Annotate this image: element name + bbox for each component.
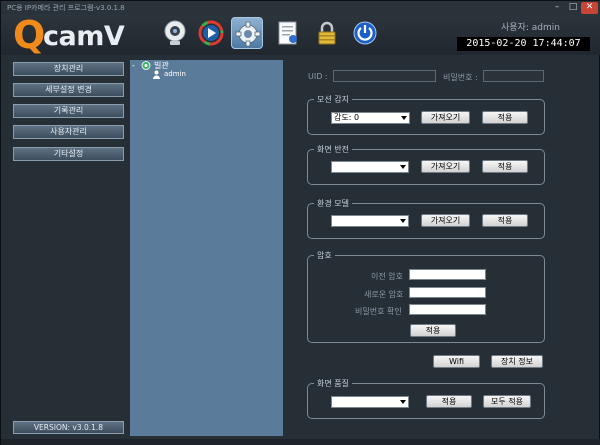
window-bottom-edge [1, 439, 600, 445]
flip-apply-button[interactable]: 적용 [482, 160, 528, 173]
webcam-toolbar-button[interactable] [159, 17, 191, 49]
environment-model-title: 환경 모델 [314, 198, 352, 209]
old-password-field[interactable] [409, 269, 486, 280]
motion-apply-button[interactable]: 적용 [482, 111, 528, 124]
motion-sensitivity-value: 감도: 0 [334, 113, 360, 122]
sidebar-item-other-settings[interactable]: 기타설정 [13, 147, 124, 161]
lock-icon [318, 21, 336, 45]
play-toolbar-button[interactable] [195, 17, 227, 49]
quality-apply-all-button[interactable]: 모두 적용 [483, 395, 531, 408]
motion-sensitivity-select[interactable]: 감도: 0 [331, 112, 410, 124]
datetime-display: 2015-02-20 17:44:07 [457, 37, 590, 51]
document-toolbar-button[interactable] [272, 17, 304, 49]
password-group-title: 암호 [314, 250, 335, 261]
device-info-button[interactable]: 장치 정보 [491, 355, 543, 368]
power-toolbar-button[interactable] [349, 17, 381, 49]
sidebar-item-detail-settings[interactable]: 세부설정 변경 [13, 83, 124, 97]
user-icon [153, 70, 160, 79]
environment-get-button[interactable]: 가져오기 [421, 214, 470, 227]
screen-quality-select[interactable] [331, 396, 409, 408]
sidebar-item-device-management[interactable]: 장치관리 [13, 62, 124, 76]
new-password-label: 새로운 암호 [364, 290, 404, 299]
close-button[interactable]: ✕ [581, 2, 598, 14]
sidebar-item-record-management[interactable]: 기록관리 [13, 104, 124, 118]
uid-field[interactable] [333, 70, 436, 82]
minimize-button[interactable]: – [550, 2, 564, 14]
motion-detection-title: 모션 감지 [314, 94, 352, 105]
tree-child-label[interactable]: admin [164, 70, 186, 78]
screen-flip-title: 화면 반전 [314, 144, 352, 155]
logo-text: camV [43, 21, 125, 52]
document-icon [278, 21, 297, 45]
motion-get-button[interactable]: 가져오기 [421, 111, 470, 124]
header: Q camV 사용자: admin 2015-02-20 17:44:07 [1, 15, 600, 55]
sidebar-item-user-management[interactable]: 사용자관리 [13, 125, 124, 139]
chevron-down-icon [400, 219, 406, 223]
screen-quality-title: 화면 품질 [314, 378, 352, 389]
chevron-down-icon [400, 400, 406, 404]
power-icon [353, 21, 377, 45]
lock-toolbar-button[interactable] [311, 17, 343, 49]
webcam-icon [164, 20, 186, 45]
camera-group-icon [141, 61, 151, 70]
play-icon [198, 20, 224, 46]
uid-label: UID : [308, 72, 328, 81]
chevron-down-icon [401, 116, 407, 120]
environment-apply-button[interactable]: 적용 [482, 214, 528, 227]
settings-gear-icon [235, 21, 261, 47]
version-label: VERSION: v3.0.1.8 [13, 421, 124, 434]
wifi-button[interactable]: Wifi [433, 355, 480, 368]
current-user: 사용자: admin [501, 23, 560, 33]
password-apply-button[interactable]: 적용 [410, 324, 456, 337]
quality-apply-button[interactable]: 적용 [426, 395, 472, 408]
settings-toolbar-button[interactable] [231, 17, 263, 49]
tree-collapse-toggle[interactable]: - [132, 61, 135, 70]
confirm-password-field[interactable] [409, 304, 486, 315]
confirm-password-label: 비밀번호 확인 [355, 307, 402, 316]
device-password-field[interactable] [483, 70, 544, 82]
device-tree[interactable]: - 빌관 admin [130, 60, 283, 436]
old-password-label: 이전 암호 [371, 272, 403, 281]
title-bar[interactable]: PC용 IP카메라 관리 프로그램-v3.0.1.8 – □ ✕ [1, 1, 600, 15]
chevron-down-icon [400, 165, 406, 169]
logo-q: Q [13, 13, 46, 57]
flip-get-button[interactable]: 가져오기 [421, 160, 470, 173]
window-title: PC용 IP카메라 관리 프로그램-v3.0.1.8 [7, 4, 125, 12]
maximize-button[interactable]: □ [566, 2, 580, 14]
new-password-field[interactable] [409, 287, 486, 298]
app-window: PC용 IP카메라 관리 프로그램-v3.0.1.8 – □ ✕ Q camV [0, 0, 600, 445]
screen-flip-select[interactable] [331, 161, 409, 173]
environment-model-select[interactable] [331, 215, 409, 227]
device-password-label: 비밀번호 : [443, 73, 478, 82]
